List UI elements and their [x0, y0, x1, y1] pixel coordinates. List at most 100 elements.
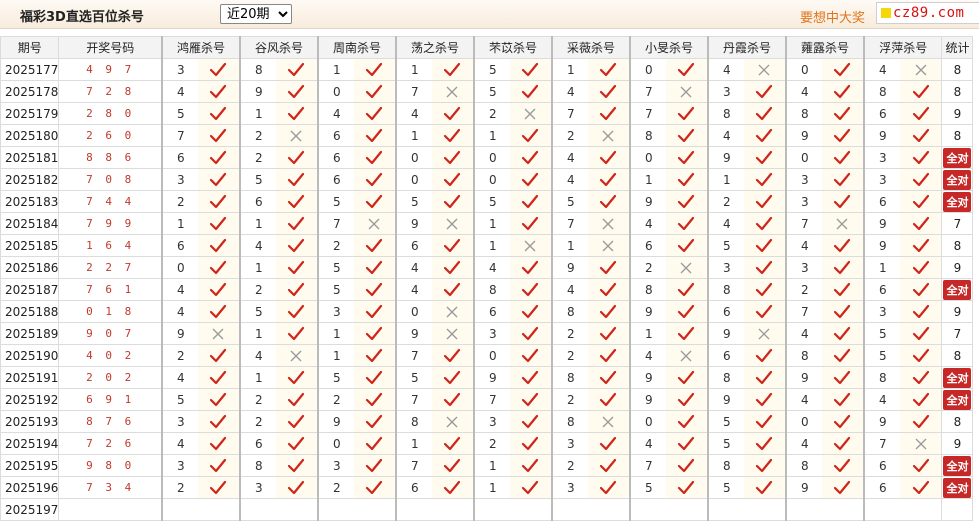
check-icon: [821, 58, 865, 81]
kill-number-cell: 3: [316, 454, 354, 477]
check-icon: [587, 344, 631, 367]
check-icon: [197, 278, 241, 301]
kill-number-cell: 2: [550, 388, 588, 411]
kill-number-cell: 7: [550, 212, 588, 235]
current-period-row: 2025197 当前期杀号 9 4 4 9 8 2 7 0 7 4: [0, 498, 974, 521]
kill-number-cell: 2: [472, 102, 510, 125]
check-icon: [743, 454, 787, 477]
kill-number-cell: 0: [316, 432, 354, 455]
kill-number-cell: 2: [238, 410, 276, 433]
top-bar: 福彩3D直选百位杀号 近20期 要想中大奖 cz89.com: [0, 0, 979, 29]
kill-number-cell: 8: [550, 366, 588, 389]
check-icon: [587, 278, 631, 301]
kill-number-cell: 6: [160, 234, 198, 257]
draw-number-cell: 1 6 4: [58, 234, 163, 257]
check-icon: [197, 190, 241, 213]
check-icon: [353, 58, 397, 81]
kill-number-cell: 1: [238, 322, 276, 345]
kill-number-cell: 3: [706, 80, 744, 103]
table-row: 2025188 0 1 84 5 3 0 6 8 9 6 7 3 9: [0, 300, 974, 323]
kill-number-cell: 4: [160, 278, 198, 301]
check-icon: [821, 278, 865, 301]
all-correct-badge: 全对: [941, 366, 974, 389]
kill-number-cell: 5: [706, 432, 744, 455]
draw-number-cell: 2 8 0: [58, 102, 163, 125]
kill-number-cell: 9: [862, 234, 900, 257]
check-icon: [665, 432, 709, 455]
stat-count-cell: 8: [941, 344, 974, 367]
table-row: 2025193 8 7 632983805098: [0, 410, 974, 433]
check-icon: [197, 432, 241, 455]
check-icon: [743, 410, 787, 433]
kill-number-cell: 0: [628, 410, 666, 433]
check-icon: [431, 146, 475, 169]
kill-number-cell: 3: [160, 58, 198, 81]
kill-number-cell: 7: [550, 102, 588, 125]
all-correct-label: 全对: [943, 455, 972, 476]
period-range-select[interactable]: 近20期: [220, 4, 292, 24]
cross-icon: [821, 212, 865, 235]
check-icon: [743, 80, 787, 103]
check-icon: [509, 300, 553, 323]
kill-number-cell: 6: [160, 146, 198, 169]
check-icon: [275, 388, 319, 411]
check-icon: [431, 278, 475, 301]
current-kill-blank: [275, 498, 319, 521]
kill-number-cell: 6: [238, 190, 276, 213]
period-cell: 2025182: [0, 168, 60, 191]
kill-number-cell: 6: [316, 146, 354, 169]
kill-number-cell: 6: [238, 432, 276, 455]
check-icon: [275, 432, 319, 455]
kill-number-cell: 2: [160, 344, 198, 367]
current-period-cell: 2025197: [0, 498, 60, 521]
check-icon: [665, 278, 709, 301]
all-correct-label: 全对: [943, 389, 972, 410]
check-icon: [353, 256, 397, 279]
kill-number-cell: 0: [394, 146, 432, 169]
draw-number-cell: 7 2 8: [58, 80, 163, 103]
check-icon: [353, 432, 397, 455]
draw-number-cell: 4 0 2: [58, 344, 163, 367]
cross-icon: [587, 234, 631, 257]
column-header: 浮萍杀号: [862, 36, 943, 59]
kill-number-cell: 2: [238, 388, 276, 411]
kill-number-cell: 3: [706, 256, 744, 279]
kill-number-cell: 6: [472, 300, 510, 323]
kill-number-cell: 9: [706, 388, 744, 411]
kill-number-cell: 0: [472, 146, 510, 169]
draw-number-cell: 7 3 4: [58, 476, 163, 499]
kill-number-cell: 1: [550, 58, 588, 81]
check-icon: [197, 58, 241, 81]
cross-icon: [665, 80, 709, 103]
all-correct-label: 全对: [943, 477, 972, 498]
kill-number-cell: 9: [550, 256, 588, 279]
all-correct-label: 全对: [943, 147, 972, 168]
kill-number-cell: 4: [550, 278, 588, 301]
check-icon: [197, 212, 241, 235]
check-icon: [431, 432, 475, 455]
kill-number-cell: 8: [238, 454, 276, 477]
check-icon: [899, 278, 943, 301]
check-icon: [743, 146, 787, 169]
kill-number-cell: 6: [628, 234, 666, 257]
check-icon: [509, 410, 553, 433]
check-icon: [431, 190, 475, 213]
kill-number-cell: 1: [706, 168, 744, 191]
check-icon: [197, 80, 241, 103]
kill-number-cell: 6: [862, 454, 900, 477]
site-logo[interactable]: cz89.com: [876, 2, 979, 24]
period-cell: 2025187: [0, 278, 60, 301]
column-header: 统计: [941, 36, 974, 59]
check-icon: [821, 432, 865, 455]
kill-number-cell: 1: [472, 454, 510, 477]
table-row: 2025182 7 0 8 3 5 6 0 0 4 1 1 3 3 全对: [0, 168, 974, 191]
check-icon: [665, 190, 709, 213]
check-icon: [821, 388, 865, 411]
all-correct-label: 全对: [943, 191, 972, 212]
check-icon: [509, 476, 553, 499]
check-icon: [587, 300, 631, 323]
kill-number-cell: 6: [706, 300, 744, 323]
kill-number-cell: 1: [550, 234, 588, 257]
check-icon: [509, 322, 553, 345]
kill-number-cell: 7: [628, 80, 666, 103]
